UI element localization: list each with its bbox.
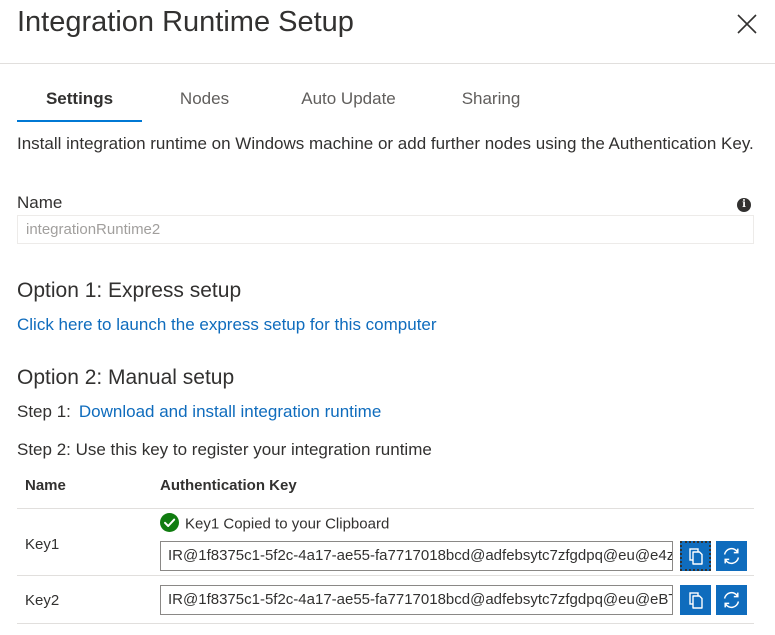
- setup-description: Install integration runtime on Windows m…: [17, 134, 754, 153]
- copied-message: Key1 Copied to your Clipboard: [185, 515, 390, 533]
- refresh-icon: [723, 547, 740, 565]
- name-field: integrationRuntime2: [17, 215, 754, 244]
- step1-label: Step 1:: [17, 402, 71, 421]
- tab-nodes[interactable]: Nodes: [142, 82, 267, 122]
- copied-notice: Key1 Copied to your Clipboard: [160, 513, 390, 535]
- row-divider: [17, 623, 754, 624]
- regenerate-key2-button[interactable]: [716, 585, 747, 615]
- express-setup-link[interactable]: Click here to launch the express setup f…: [17, 315, 437, 335]
- key1-field[interactable]: IR@1f8375c1-5f2c-4a17-ae55-fa7717018bcd@…: [160, 541, 673, 571]
- key1-name: Key1: [25, 536, 60, 553]
- step2-label: Step 2: Use this key to register your in…: [17, 440, 432, 459]
- info-icon[interactable]: i: [737, 198, 751, 212]
- copy-icon: [689, 548, 703, 565]
- key2-name: Key2: [25, 592, 60, 609]
- tab-auto-update[interactable]: Auto Update: [267, 82, 430, 122]
- column-header-name: Name: [25, 477, 66, 494]
- copy-key1-button[interactable]: [680, 541, 711, 571]
- column-header-auth-key: Authentication Key: [160, 477, 297, 494]
- row-divider: [17, 508, 754, 509]
- row-divider: [17, 575, 754, 576]
- refresh-icon: [723, 591, 740, 609]
- step1: Step 1: Download and install integration …: [17, 402, 381, 422]
- checkmark-icon: [160, 513, 179, 532]
- tab-bar: Settings Nodes Auto Update Sharing: [17, 82, 520, 122]
- option1-heading: Option 1: Express setup: [17, 279, 242, 302]
- copy-key2-button[interactable]: [680, 585, 711, 615]
- regenerate-key1-button[interactable]: [716, 541, 747, 571]
- download-runtime-link[interactable]: Download and install integration runtime: [79, 402, 381, 421]
- close-icon[interactable]: [733, 10, 761, 38]
- option2-heading: Option 2: Manual setup: [17, 366, 235, 389]
- copy-icon: [689, 592, 703, 609]
- dialog-title: Integration Runtime Setup: [17, 6, 354, 38]
- name-label: Name: [17, 193, 63, 212]
- tab-settings[interactable]: Settings: [17, 82, 142, 122]
- tab-sharing[interactable]: Sharing: [430, 82, 552, 122]
- dialog-header: Integration Runtime Setup: [0, 0, 775, 64]
- key2-field[interactable]: IR@1f8375c1-5f2c-4a17-ae55-fa7717018bcd@…: [160, 585, 673, 615]
